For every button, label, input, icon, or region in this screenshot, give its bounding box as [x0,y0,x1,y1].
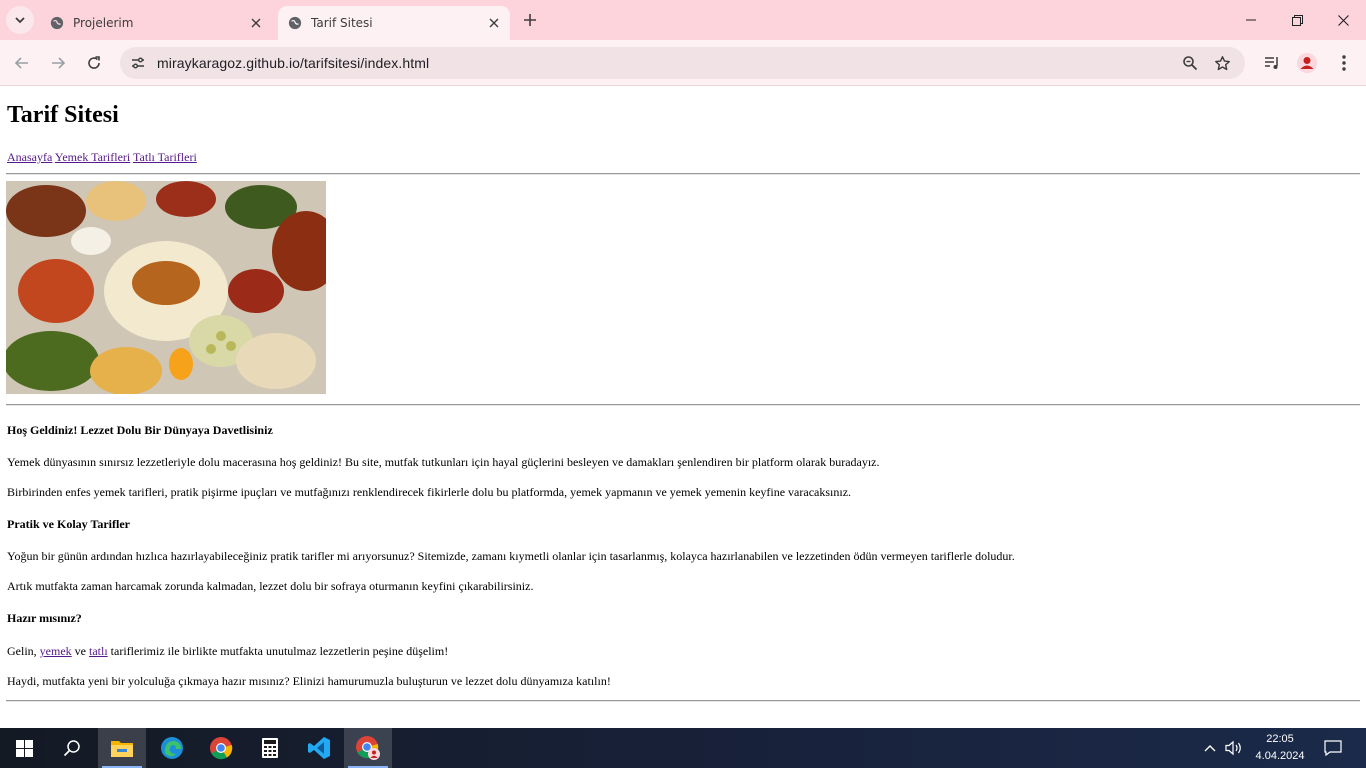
divider [6,173,1360,175]
volume-button[interactable] [1222,728,1246,768]
folder-icon [111,741,133,757]
reload-icon [88,56,100,69]
restore-icon [1291,14,1303,26]
url-text: miraykaragoz.github.io/tarifsitesi/index… [157,55,430,71]
speaker-icon [1225,740,1241,756]
globe-icon [49,15,65,31]
calculator-icon [262,738,278,758]
nav-link-anasayfa[interactable]: Anasayfa [7,150,52,164]
restore-button[interactable] [1274,0,1320,40]
practical-paragraph-2: Artık mutfakta zaman harcamak zorunda ka… [7,579,534,593]
new-tab-button[interactable] [518,8,542,32]
close-icon[interactable] [248,15,264,31]
tray-expand-button[interactable] [1198,728,1222,768]
notification-icon [1324,740,1342,756]
site-nav: Anasayfa Yemek Tarifleri Tatlı Tarifleri [7,150,197,165]
plus-icon [524,14,536,26]
chevron-down-icon [15,17,25,24]
zoom-icon[interactable] [1178,51,1202,75]
vscode-icon [308,737,330,759]
inline-link-tatli[interactable]: tatlı [89,644,108,658]
browser-toolbar: miraykaragoz.github.io/tarifsitesi/index… [0,40,1366,86]
taskbar-clock[interactable]: 22:05 4.04.2024 [1248,731,1312,765]
food-spread-image [6,181,326,394]
edge-button[interactable] [148,728,196,768]
windows-logo-icon [15,739,33,757]
ready-paragraph-1: Gelin, yemek ve tatlı tariflerimiz ile b… [7,644,448,659]
search-icon [63,740,80,757]
media-control-icon[interactable] [1259,50,1285,76]
bookmark-star-icon[interactable] [1210,51,1234,75]
welcome-heading: Hoş Geldiniz! Lezzet Dolu Bir Dünyaya Da… [7,423,273,437]
chrome-button[interactable] [197,728,245,768]
site-settings-icon[interactable] [126,51,150,75]
page-title: Tarif Sitesi [7,102,119,128]
text-segment: ve [71,644,89,658]
tab-strip: Projelerim Tarif Sitesi [0,0,1366,40]
text-segment: tariflerimiz ile birlikte mutfakta unutu… [107,644,449,658]
close-icon[interactable] [486,15,502,31]
close-icon [1337,14,1349,26]
tab-tarif-sitesi[interactable]: Tarif Sitesi [278,6,510,40]
reload-button[interactable] [80,49,108,77]
ready-heading: Hazır mısınız? [7,611,82,625]
forward-button[interactable] [44,49,72,77]
address-bar[interactable]: miraykaragoz.github.io/tarifsitesi/index… [120,47,1245,79]
practical-paragraph-1: Yoğun bir günün ardından hızlıca hazırla… [7,549,1015,563]
tab-search-button[interactable] [6,6,34,34]
text-segment: Gelin, [7,644,40,658]
inline-link-yemek[interactable]: yemek [40,644,72,658]
ready-paragraph-2: Haydi, mutfakta yeni bir yolculuğa çıkma… [7,674,611,688]
chrome-icon [210,737,233,760]
nav-link-tatli-tarifleri[interactable]: Tatlı Tarifleri [133,150,197,164]
practical-heading: Pratik ve Kolay Tarifler [7,517,130,531]
vscode-button[interactable] [295,728,343,768]
file-explorer-button[interactable] [98,728,146,768]
search-button[interactable] [48,728,96,768]
windows-taskbar: 22:05 4.04.2024 [0,728,1366,768]
nav-link-yemek-tarifleri[interactable]: Yemek Tarifleri [55,150,130,164]
profile-avatar-icon[interactable] [1294,50,1320,76]
close-window-button[interactable] [1320,0,1366,40]
more-menu-icon[interactable] [1331,50,1357,76]
globe-icon [287,15,303,31]
tab-projelerim[interactable]: Projelerim [40,6,272,40]
back-button[interactable] [8,49,36,77]
minimize-icon [1246,19,1256,21]
tab-title: Projelerim [73,16,134,30]
start-button[interactable] [0,728,48,768]
edge-icon [161,737,183,759]
clock-time: 22:05 [1266,733,1294,745]
chrome-profile-icon [356,736,380,760]
divider [6,700,1360,702]
notifications-button[interactable] [1318,728,1348,768]
tab-title: Tarif Sitesi [311,16,373,30]
arrow-right-icon [52,57,66,69]
calculator-button[interactable] [246,728,294,768]
chevron-up-icon [1204,745,1216,752]
web-page: Tarif Sitesi Anasayfa Yemek Tarifleri Ta… [0,87,1366,728]
divider [6,404,1360,406]
welcome-paragraph-2: Birbirinden enfes yemek tarifleri, prati… [7,485,852,499]
chrome-profile-button[interactable] [344,728,392,768]
arrow-left-icon [14,57,28,69]
minimize-button[interactable] [1228,0,1274,40]
clock-date: 4.04.2024 [1255,750,1305,762]
welcome-paragraph-1: Yemek dünyasının sınırsız lezzetleriyle … [7,455,880,469]
